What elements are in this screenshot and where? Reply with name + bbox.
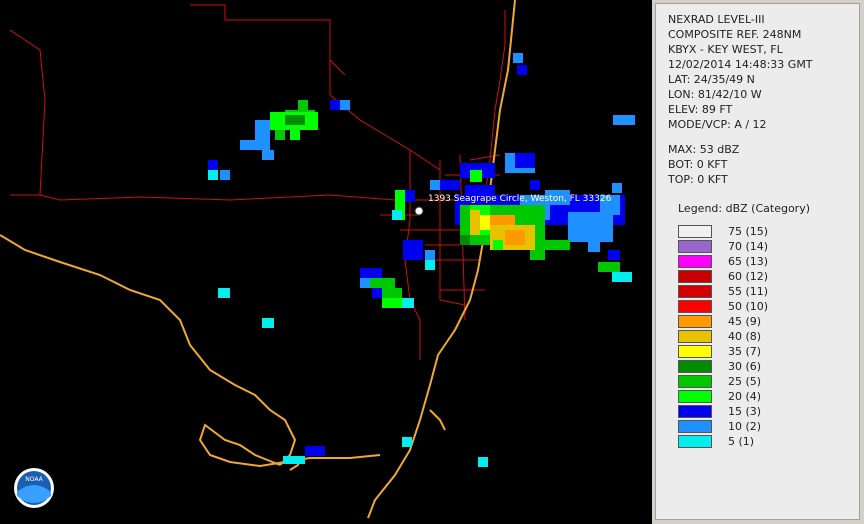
stat-line: MAX: 53 dBZ <box>668 143 740 156</box>
legend-swatch <box>678 405 712 418</box>
noaa-logo: NOAA <box>14 468 54 508</box>
road-lines <box>9 4 561 360</box>
legend-item: 15 (3) <box>678 404 798 419</box>
legend-swatch <box>678 330 712 343</box>
map-canvas: 1393 Seagrape Circle, Weston, FL 33326 N… <box>0 0 635 519</box>
legend-swatch <box>678 345 712 358</box>
legend-swatch <box>678 315 712 328</box>
legend-item: 65 (13) <box>678 254 798 269</box>
legend-item: 40 (8) <box>678 329 798 344</box>
legend-swatch <box>678 360 712 373</box>
legend-swatch <box>678 375 712 388</box>
legend: 75 (15) 70 (14) 65 (13) 60 (12) 55 (11) 50 (1… <box>678 224 798 449</box>
legend-swatch <box>678 270 712 283</box>
legend-label: 10 (2) <box>728 420 762 433</box>
legend-label: 15 (3) <box>728 405 762 418</box>
legend-label: 65 (13) <box>728 255 769 268</box>
legend-item: 5 (1) <box>678 434 798 449</box>
legend-label: 45 (9) <box>728 315 762 328</box>
legend-swatch <box>678 390 712 403</box>
location-marker[interactable] <box>414 206 424 216</box>
info-line: KBYX - KEY WEST, FL <box>668 43 783 56</box>
legend-swatch <box>678 255 712 268</box>
legend-item: 25 (5) <box>678 374 798 389</box>
legend-item: 30 (6) <box>678 359 798 374</box>
legend-label: 60 (12) <box>728 270 769 283</box>
legend-label: 40 (8) <box>728 330 762 343</box>
radar-map[interactable]: 1393 Seagrape Circle, Weston, FL 33326 N… <box>0 0 652 524</box>
legend-swatch <box>678 285 712 298</box>
legend-swatch <box>678 225 712 238</box>
legend-item: 35 (7) <box>678 344 798 359</box>
info-line: COMPOSITE REF. 248NM <box>668 28 802 41</box>
legend-item: 10 (2) <box>678 419 798 434</box>
radar-returns <box>208 53 635 467</box>
info-line: LON: 81/42/10 W <box>668 88 762 101</box>
legend-item: 75 (15) <box>678 224 798 239</box>
info-line: ELEV: 89 FT <box>668 103 733 116</box>
legend-item: 60 (12) <box>678 269 798 284</box>
info-line: LAT: 24/35/49 N <box>668 73 755 86</box>
info-line: 12/02/2014 14:48:33 GMT <box>668 58 813 71</box>
legend-label: 75 (15) <box>728 225 769 238</box>
legend-label: 70 (14) <box>728 240 769 253</box>
legend-item: 55 (11) <box>678 284 798 299</box>
info-panel: NEXRAD LEVEL-III COMPOSITE REF. 248NM KB… <box>655 3 860 520</box>
legend-label: 55 (11) <box>728 285 769 298</box>
info-line: MODE/VCP: A / 12 <box>668 118 767 131</box>
legend-label: 35 (7) <box>728 345 762 358</box>
legend-item: 20 (4) <box>678 389 798 404</box>
legend-item: 70 (14) <box>678 239 798 254</box>
svg-text:NOAA: NOAA <box>25 476 43 483</box>
legend-title: Legend: dBZ (Category) <box>678 202 810 215</box>
stat-line: BOT: 0 KFT <box>668 158 728 171</box>
legend-swatch <box>678 300 712 313</box>
info-line: NEXRAD LEVEL-III <box>668 13 765 26</box>
stat-line: TOP: 0 KFT <box>668 173 728 186</box>
legend-swatch <box>678 420 712 433</box>
legend-label: 25 (5) <box>728 375 762 388</box>
legend-label: 5 (1) <box>728 435 755 448</box>
legend-swatch <box>678 240 712 253</box>
legend-item: 50 (10) <box>678 299 798 314</box>
legend-label: 50 (10) <box>728 300 769 313</box>
coastline <box>0 0 516 519</box>
location-label: 1393 Seagrape Circle, Weston, FL 33326 <box>428 194 612 204</box>
legend-item: 45 (9) <box>678 314 798 329</box>
legend-label: 20 (4) <box>728 390 762 403</box>
legend-label: 30 (6) <box>728 360 762 373</box>
legend-swatch <box>678 435 712 448</box>
